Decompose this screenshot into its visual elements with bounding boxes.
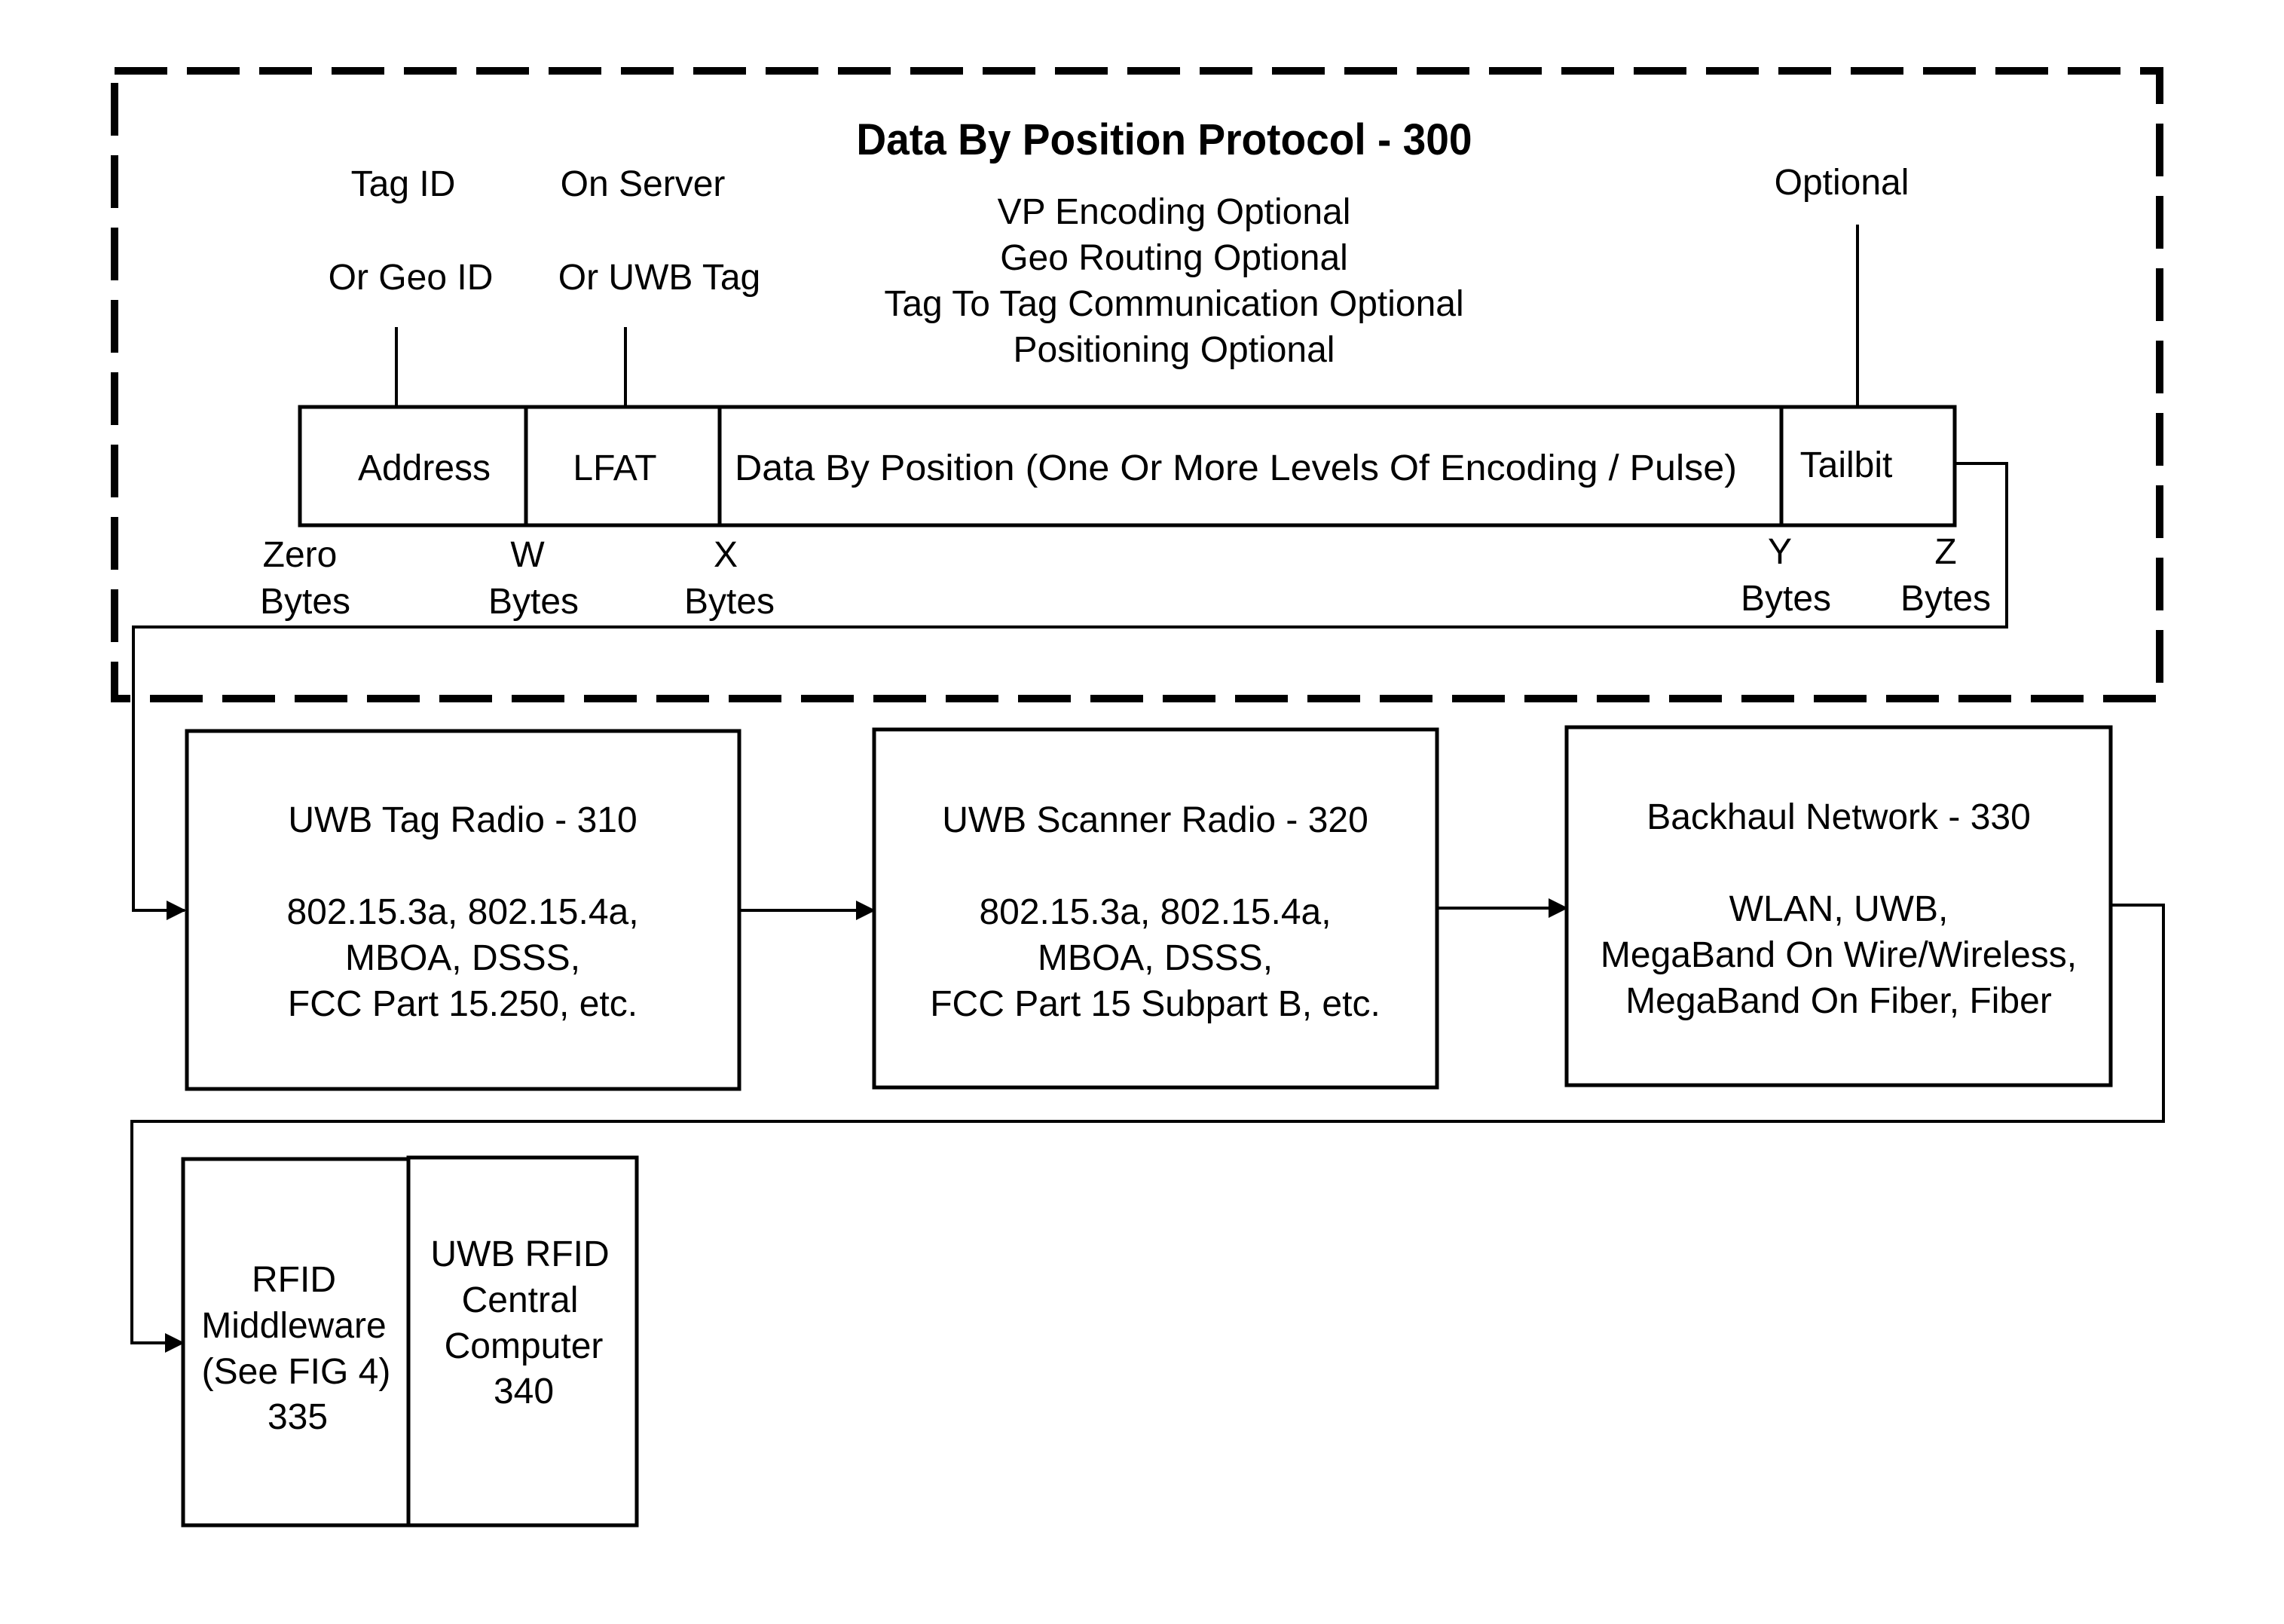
middleware-line-4: 335 [268,1397,328,1437]
byte-marker-z-top: Z [1934,532,1956,572]
block-backhaul-network-title: Backhaul Network - 330 [1646,797,2031,837]
data-annotation-line-3: Tag To Tag Communication Optional [884,284,1463,324]
protocol-diagram: Data By Position Protocol - 300 Tag ID O… [111,67,2165,1528]
central-computer-line-4: 340 [494,1372,554,1411]
tailbit-annotation: Optional [1775,163,1909,203]
middleware-line-2: Middleware [201,1306,386,1346]
byte-marker-x-top: X [714,535,738,575]
middleware-line-1: RFID [252,1260,336,1300]
figure-title: Data By Position Protocol - 300 [856,115,1472,164]
block-uwb-tag-radio-line-1: 802.15.3a, 802.15.4a, [286,892,638,932]
packet-field-lfat-label: LFAT [573,448,656,488]
byte-marker-w-top: W [510,535,545,575]
block-backhaul-network-line-3: MegaBand On Fiber, Fiber [1625,981,2052,1021]
byte-marker-zero-bottom: Bytes [260,582,350,622]
address-annotation-line-2: Or Geo ID [329,258,494,298]
data-annotation-line-2: Geo Routing Optional [1000,238,1348,278]
byte-marker-w-bottom: Bytes [488,582,579,622]
data-annotation-line-4: Positioning Optional [1014,330,1335,370]
central-computer-line-2: Central [462,1280,579,1320]
central-computer-line-3: Computer [445,1326,604,1366]
block-uwb-scanner-radio-title: UWB Scanner Radio - 320 [942,800,1368,840]
block-uwb-tag-radio-line-2: MBOA, DSSS, [345,938,580,978]
byte-marker-zero-top: Zero [263,535,338,575]
block-uwb-scanner-radio-line-3: FCC Part 15 Subpart B, etc. [930,984,1380,1024]
byte-marker-y-top: Y [1768,532,1792,572]
block-uwb-tag-radio-line-3: FCC Part 15.250, etc. [288,984,638,1024]
block-backhaul-network-line-2: MegaBand On Wire/Wireless, [1601,935,2077,975]
byte-marker-x-bottom: Bytes [684,582,775,622]
byte-marker-z-bottom: Bytes [1900,579,1991,619]
block-uwb-scanner-radio-line-2: MBOA, DSSS, [1038,938,1273,978]
lfat-annotation-line-1: On Server [561,164,726,204]
packet-field-tailbit-label: Tailbit [1800,445,1893,485]
lfat-annotation-line-2: Or UWB Tag [558,258,761,298]
block-backhaul-network-line-1: WLAN, UWB, [1729,889,1949,929]
middleware-line-3: (See FIG 4) [202,1352,391,1392]
packet-field-address-label: Address [358,448,491,488]
block-uwb-scanner-radio-line-1: 802.15.3a, 802.15.4a, [979,892,1331,932]
byte-marker-y-bottom: Bytes [1741,579,1831,619]
address-annotation-line-1: Tag ID [351,164,456,204]
block-uwb-tag-radio-title: UWB Tag Radio - 310 [288,800,637,840]
central-computer-line-1: UWB RFID [430,1234,609,1274]
data-annotation-line-1: VP Encoding Optional [998,192,1351,232]
packet-field-data-label: Data By Position (One Or More Levels Of … [735,448,1737,488]
